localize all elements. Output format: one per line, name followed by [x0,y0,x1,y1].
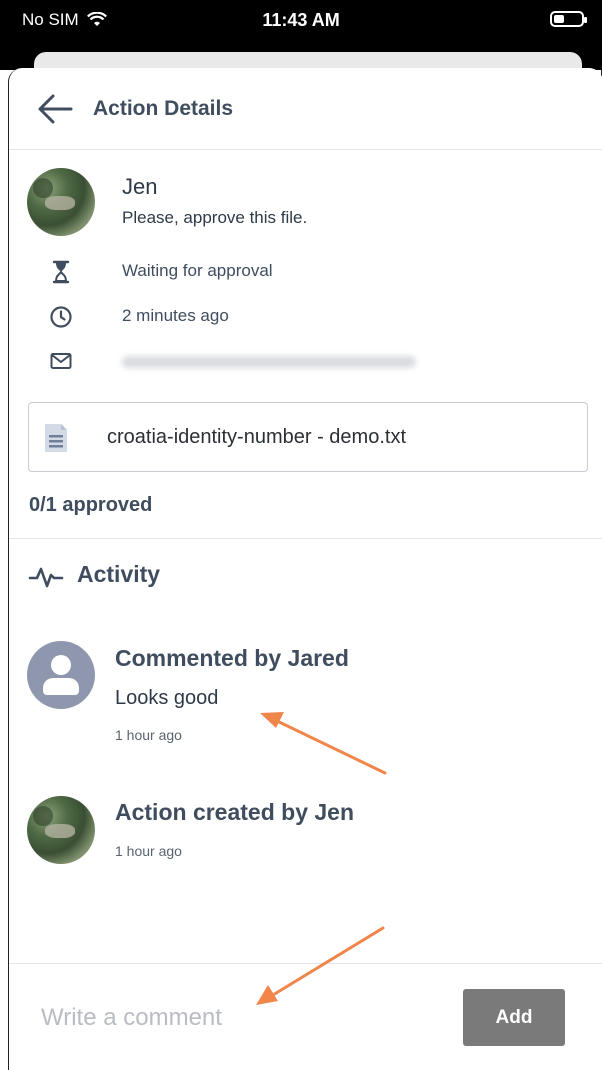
page-title: Action Details [93,97,234,120]
composer-divider [9,963,602,964]
time-ago-text: 2 minutes ago [122,306,229,325]
file-name: croatia-identity-number - demo.txt [107,426,407,448]
mail-icon [50,353,72,369]
creator-avatar [27,796,95,864]
document-icon [45,424,67,452]
activity-item-title: Action created by Jen [115,799,355,825]
add-comment-button[interactable]: Add [463,989,565,1046]
commenter-avatar [27,641,95,709]
activity-item-time: 1 hour ago [115,727,182,743]
request-message: Please, approve this file. [122,208,308,227]
activity-item-title: Commented by Jared [115,645,349,671]
clock-icon [50,306,72,328]
activity-heading: Activity [77,561,161,587]
section-divider [9,538,602,539]
clock: 11:43 AM [262,10,340,30]
activity-item-time: 1 hour ago [115,843,182,859]
status-text: Waiting for approval [122,261,273,280]
action-details-sheet: Action Details Jen Please, approve this … [8,68,602,1070]
approval-count: 0/1 approved [29,494,153,516]
file-attachment[interactable]: croatia-identity-number - demo.txt [28,402,588,472]
header-bar: Action Details [9,68,602,150]
back-arrow-icon[interactable] [35,92,75,126]
redacted-email [122,356,416,368]
email-row [9,346,602,376]
comment-input[interactable] [27,988,437,1048]
activity-pulse-icon [28,567,64,588]
requester-avatar [27,168,95,236]
battery-icon [550,11,587,27]
activity-item-comment: Looks good [115,687,219,709]
time-row: 2 minutes ago [9,302,602,332]
hourglass-icon [52,260,70,284]
requester-name: Jen [122,174,158,199]
status-row: Waiting for approval [9,257,602,287]
